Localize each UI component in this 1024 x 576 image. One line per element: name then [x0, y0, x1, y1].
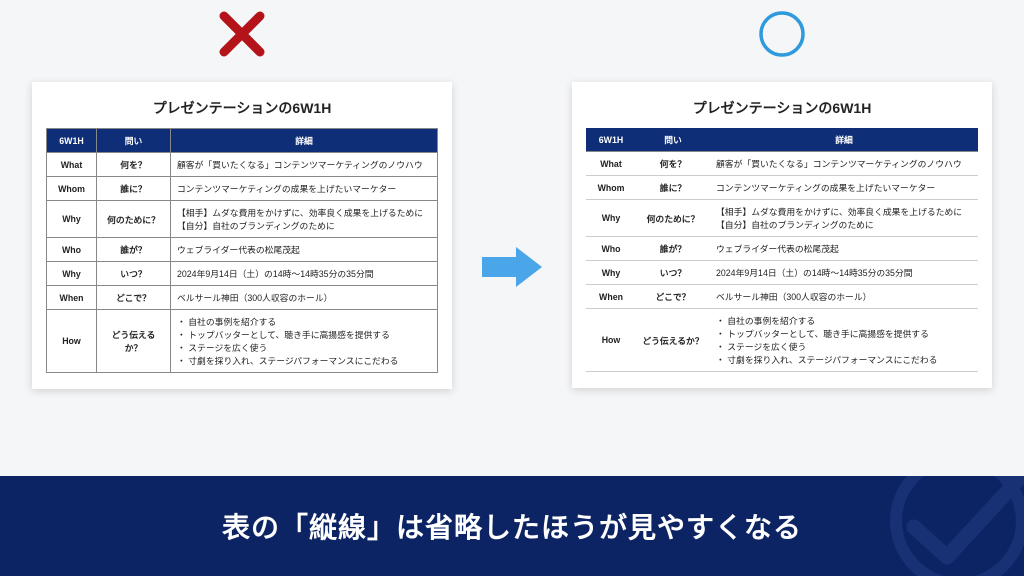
row-question: 誰が？ [636, 237, 710, 261]
circle-icon [756, 8, 808, 60]
list-item: トップバッターとして、聴き手に高揚感を提供する [716, 327, 972, 340]
row-key: How [586, 309, 636, 372]
row-key: Why [586, 200, 636, 237]
list-item: 自社の事例を紹介する [177, 315, 431, 328]
good-example-card: プレゼンテーションの6W1H 6W1H問い詳細What何を？顧客が「買いたくなる… [572, 82, 992, 388]
table-row: Who誰が？ウェブライダー代表の松尾茂起 [586, 237, 978, 261]
list-item: トップバッターとして、聴き手に高揚感を提供する [177, 328, 431, 341]
table-row: Whyいつ？2024年9月14日（土）の14時〜14時35分の35分間 [47, 262, 438, 286]
row-detail: ベルサール神田（300人収容のホール） [710, 285, 978, 309]
row-key: Who [586, 237, 636, 261]
list-item: 寸劇を採り入れ、ステージパフォーマンスにこだわる [177, 354, 431, 367]
row-detail: 顧客が「買いたくなる」コンテンツマーケティングのノウハウ [171, 153, 438, 177]
row-key: When [586, 285, 636, 309]
row-key: Why [47, 262, 97, 286]
row-detail: ベルサール神田（300人収容のホール） [171, 286, 438, 310]
row-key: Why [47, 201, 97, 238]
row-detail: ウェブライダー代表の松尾茂起 [171, 238, 438, 262]
table-row: Howどう伝えるか？自社の事例を紹介するトップバッターとして、聴き手に高揚感を提… [586, 309, 978, 372]
row-question: どう伝えるか？ [97, 310, 171, 373]
row-detail: 2024年9月14日（土）の14時〜14時35分の35分間 [710, 261, 978, 285]
row-question: いつ？ [97, 262, 171, 286]
card-title: プレゼンテーションの6W1H [586, 98, 978, 118]
row-question: 何を？ [636, 152, 710, 176]
row-question: どう伝えるか？ [636, 309, 710, 372]
table-row: Whyいつ？2024年9月14日（土）の14時〜14時35分の35分間 [586, 261, 978, 285]
row-detail: コンテンツマーケティングの成果を上げたいマーケター [710, 176, 978, 200]
row-question: 誰に？ [636, 176, 710, 200]
table-row: Whom誰に？コンテンツマーケティングの成果を上げたいマーケター [586, 176, 978, 200]
brand-logo-icon [884, 476, 1024, 576]
bad-example-card: プレゼンテーションの6W1H 6W1H問い詳細What何を？顧客が「買いたくなる… [32, 82, 452, 389]
row-detail: 【相手】ムダな費用をかけずに、効率良く成果を上げるために【自分】自社のブランディ… [710, 200, 978, 237]
col-header: 問い [636, 128, 710, 152]
row-question: どこで？ [636, 285, 710, 309]
footer-text: 表の「縦線」は省略したほうが見やすくなる [222, 506, 802, 546]
row-key: Who [47, 238, 97, 262]
table-row: What何を？顧客が「買いたくなる」コンテンツマーケティングのノウハウ [586, 152, 978, 176]
row-question: 何のために？ [97, 201, 171, 238]
bad-table: 6W1H問い詳細What何を？顧客が「買いたくなる」コンテンツマーケティングのノ… [46, 128, 438, 373]
col-header: 詳細 [710, 128, 978, 152]
good-column: プレゼンテーションの6W1H 6W1H問い詳細What何を？顧客が「買いたくなる… [572, 70, 992, 388]
row-key: Whom [586, 176, 636, 200]
list-item: 自社の事例を紹介する [716, 314, 972, 327]
table-row: Whenどこで？ベルサール神田（300人収容のホール） [47, 286, 438, 310]
row-question: 誰が？ [97, 238, 171, 262]
row-detail: コンテンツマーケティングの成果を上げたいマーケター [171, 177, 438, 201]
cross-icon [216, 8, 268, 60]
footer-banner: 表の「縦線」は省略したほうが見やすくなる [0, 476, 1024, 576]
table-row: Why何のために？【相手】ムダな費用をかけずに、効率良く成果を上げるために【自分… [47, 201, 438, 238]
row-question: 何のために？ [636, 200, 710, 237]
list-item: 寸劇を採り入れ、ステージパフォーマンスにこだわる [716, 353, 972, 366]
col-header: 詳細 [171, 129, 438, 153]
row-detail: 顧客が「買いたくなる」コンテンツマーケティングのノウハウ [710, 152, 978, 176]
arrow-icon [482, 243, 542, 296]
table-row: Howどう伝えるか？自社の事例を紹介するトップバッターとして、聴き手に高揚感を提… [47, 310, 438, 373]
table-row: Why何のために？【相手】ムダな費用をかけずに、効率良く成果を上げるために【自分… [586, 200, 978, 237]
row-question: 何を？ [97, 153, 171, 177]
row-key: Whom [47, 177, 97, 201]
col-header: 問い [97, 129, 171, 153]
row-question: どこで？ [97, 286, 171, 310]
row-key: How [47, 310, 97, 373]
row-question: いつ？ [636, 261, 710, 285]
row-question: 誰に？ [97, 177, 171, 201]
list-item: ステージを広く使う [716, 340, 972, 353]
row-key: What [586, 152, 636, 176]
table-row: Who誰が？ウェブライダー代表の松尾茂起 [47, 238, 438, 262]
table-row: Whom誰に？コンテンツマーケティングの成果を上げたいマーケター [47, 177, 438, 201]
card-title: プレゼンテーションの6W1H [46, 98, 438, 118]
row-detail: 【相手】ムダな費用をかけずに、効率良く成果を上げるために【自分】自社のブランディ… [171, 201, 438, 238]
bad-column: プレゼンテーションの6W1H 6W1H問い詳細What何を？顧客が「買いたくなる… [32, 70, 452, 389]
row-detail: 自社の事例を紹介するトップバッターとして、聴き手に高揚感を提供するステージを広く… [171, 310, 438, 373]
comparison-stage: プレゼンテーションの6W1H 6W1H問い詳細What何を？顧客が「買いたくなる… [0, 0, 1024, 389]
row-detail: 自社の事例を紹介するトップバッターとして、聴き手に高揚感を提供するステージを広く… [710, 309, 978, 372]
row-detail: 2024年9月14日（土）の14時〜14時35分の35分間 [171, 262, 438, 286]
row-key: What [47, 153, 97, 177]
row-key: Why [586, 261, 636, 285]
row-detail: ウェブライダー代表の松尾茂起 [710, 237, 978, 261]
col-header: 6W1H [47, 129, 97, 153]
table-row: What何を？顧客が「買いたくなる」コンテンツマーケティングのノウハウ [47, 153, 438, 177]
good-table: 6W1H問い詳細What何を？顧客が「買いたくなる」コンテンツマーケティングのノ… [586, 128, 978, 372]
row-key: When [47, 286, 97, 310]
table-row: Whenどこで？ベルサール神田（300人収容のホール） [586, 285, 978, 309]
col-header: 6W1H [586, 128, 636, 152]
list-item: ステージを広く使う [177, 341, 431, 354]
